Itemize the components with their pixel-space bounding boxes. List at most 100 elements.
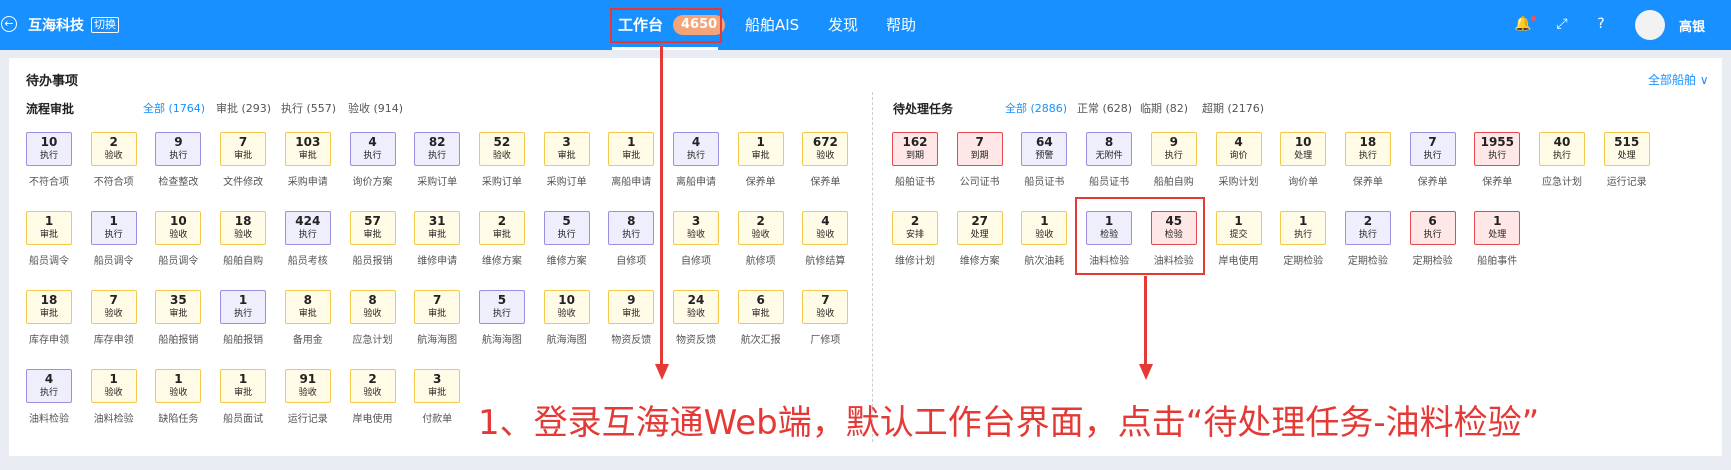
- task-tile[interactable]: 10 执行 不符合项: [17, 132, 81, 212]
- tile-badge[interactable]: 7 执行: [1409, 132, 1456, 166]
- tile-badge[interactable]: 7 验收: [802, 290, 849, 324]
- tile-badge[interactable]: 1 审批: [737, 132, 784, 166]
- tile-badge[interactable]: 24 验收: [673, 290, 719, 324]
- tile-badge[interactable]: 1 执行: [1280, 211, 1327, 245]
- task-tile[interactable]: 1 审批 离船申请: [599, 132, 663, 212]
- tile-badge[interactable]: 31 审批: [414, 211, 461, 245]
- tile-badge[interactable]: 1 审批: [608, 132, 655, 166]
- tile-badge[interactable]: 57 审批: [349, 211, 396, 245]
- task-tile[interactable]: 3 审批 付款单: [405, 369, 469, 449]
- tile-badge[interactable]: 1 处理: [1474, 211, 1521, 245]
- tile-badge[interactable]: 4 执行: [349, 132, 396, 166]
- tile-badge[interactable]: 1 执行: [90, 211, 137, 245]
- tile-badge[interactable]: 3 审批: [414, 369, 461, 403]
- task-tile[interactable]: 1 验收 缺陷任务: [146, 369, 210, 449]
- tile-badge[interactable]: 7 审批: [414, 290, 461, 324]
- tile-badge[interactable]: 2 验收: [349, 369, 396, 403]
- tile-badge[interactable]: 103 审批: [284, 132, 331, 166]
- tile-badge[interactable]: 1955 执行: [1474, 132, 1521, 166]
- task-tile[interactable]: 10 验收 船员调令: [146, 211, 210, 291]
- task-tile[interactable]: 6 执行 定期检验: [1401, 211, 1465, 291]
- tile-badge[interactable]: 8 执行: [608, 211, 655, 245]
- switch-company-button[interactable]: 切换: [91, 17, 119, 33]
- nav-help[interactable]: 帮助: [886, 14, 916, 35]
- tile-badge[interactable]: 91 验收: [284, 369, 331, 403]
- all-ships-dropdown[interactable]: 全部船舶 ∨: [1648, 71, 1709, 88]
- tile-badge[interactable]: 1 提交: [1215, 211, 1262, 245]
- task-tile[interactable]: 7 验收 库存申领: [82, 290, 146, 370]
- task-tile[interactable]: 8 验收 应急计划: [341, 290, 405, 370]
- tile-badge[interactable]: 1 验收: [155, 369, 202, 403]
- tile-badge[interactable]: 2 安排: [892, 211, 938, 245]
- task-tile[interactable]: 10 验收 航海海图: [535, 290, 599, 370]
- filter-all-tasks[interactable]: 全部 (2886): [1005, 100, 1067, 116]
- task-tile[interactable]: 31 审批 维修申请: [405, 211, 469, 291]
- tile-badge[interactable]: 2 执行: [1344, 211, 1391, 245]
- task-tile[interactable]: 24 验收 物资反馈: [664, 290, 728, 370]
- task-tile[interactable]: 424 执行 船员考核: [276, 211, 340, 291]
- tile-badge[interactable]: 3 审批: [543, 132, 590, 166]
- tile-badge[interactable]: 35 审批: [155, 290, 202, 324]
- tile-badge[interactable]: 7 验收: [90, 290, 137, 324]
- task-tile[interactable]: 7 审批 文件修改: [211, 132, 275, 212]
- task-tile[interactable]: 4 验收 航修结算: [793, 211, 857, 291]
- tile-badge[interactable]: 1 审批: [220, 369, 267, 403]
- task-tile[interactable]: 52 验收 采购订单: [470, 132, 534, 212]
- tile-badge[interactable]: 10 验收: [155, 211, 202, 245]
- tile-badge[interactable]: 18 审批: [26, 290, 72, 324]
- task-tile[interactable]: 18 验收 船舶自购: [211, 211, 275, 291]
- tile-badge[interactable]: 6 执行: [1409, 211, 1456, 245]
- task-tile[interactable]: 162 到期 船舶证书: [883, 132, 947, 212]
- task-tile[interactable]: 1955 执行 保养单: [1465, 132, 1529, 212]
- task-tile[interactable]: 64 预警 船员证书: [1012, 132, 1076, 212]
- tile-badge[interactable]: 10 验收: [543, 290, 590, 324]
- tile-badge[interactable]: 6 审批: [737, 290, 784, 324]
- filter-near-expiry[interactable]: 临期 (82): [1140, 100, 1188, 116]
- filter-execute[interactable]: 执行 (557): [281, 100, 336, 116]
- task-tile[interactable]: 7 验收 厂修项: [793, 290, 857, 370]
- tile-badge[interactable]: 2 审批: [478, 211, 525, 245]
- task-tile[interactable]: 8 执行 自修项: [599, 211, 663, 291]
- task-tile[interactable]: 8 审批 备用金: [276, 290, 340, 370]
- task-tile[interactable]: 40 执行 应急计划: [1530, 132, 1594, 212]
- tile-badge[interactable]: 4 询价: [1215, 132, 1262, 166]
- tile-badge[interactable]: 515 处理: [1603, 132, 1650, 166]
- tile-badge[interactable]: 1 验收: [90, 369, 137, 403]
- filter-approve[interactable]: 审批 (293): [216, 100, 271, 116]
- tile-badge[interactable]: 9 审批: [608, 290, 655, 324]
- task-tile[interactable]: 2 验收 岸电使用: [341, 369, 405, 449]
- user-name[interactable]: 高银: [1679, 16, 1705, 35]
- filter-normal[interactable]: 正常 (628): [1077, 100, 1132, 116]
- nav-ship-ais[interactable]: 船舶AIS: [745, 14, 799, 35]
- tile-badge[interactable]: 3 验收: [673, 211, 719, 245]
- task-tile[interactable]: 1 验收 航次油耗: [1012, 211, 1076, 291]
- task-tile[interactable]: 7 执行 保养单: [1401, 132, 1465, 212]
- tile-badge[interactable]: 10 处理: [1280, 132, 1327, 166]
- task-tile[interactable]: 672 验收 保养单: [793, 132, 857, 212]
- task-tile[interactable]: 35 审批 船舶报销: [146, 290, 210, 370]
- task-tile[interactable]: 1 审批 船员调令: [17, 211, 81, 291]
- task-tile[interactable]: 1 验收 油料检验: [82, 369, 146, 449]
- filter-overdue[interactable]: 超期 (2176): [1202, 100, 1264, 116]
- task-tile[interactable]: 18 执行 保养单: [1336, 132, 1400, 212]
- tile-badge[interactable]: 162 到期: [892, 132, 938, 166]
- tile-badge[interactable]: 8 无附件: [1086, 132, 1133, 166]
- tile-badge[interactable]: 5 执行: [543, 211, 590, 245]
- tile-badge[interactable]: 7 审批: [220, 132, 267, 166]
- task-tile[interactable]: 2 验收 不符合项: [82, 132, 146, 212]
- task-tile[interactable]: 1 提交 岸电使用: [1207, 211, 1271, 291]
- tile-badge[interactable]: 9 执行: [155, 132, 202, 166]
- avatar[interactable]: [1635, 10, 1665, 40]
- task-tile[interactable]: 1 审批 保养单: [729, 132, 793, 212]
- task-tile[interactable]: 2 审批 维修方案: [470, 211, 534, 291]
- tile-badge[interactable]: 4 执行: [673, 132, 719, 166]
- task-tile[interactable]: 91 验收 运行记录: [276, 369, 340, 449]
- task-tile[interactable]: 1 执行 定期检验: [1271, 211, 1335, 291]
- tile-badge[interactable]: 10 执行: [26, 132, 72, 166]
- tile-badge[interactable]: 1 审批: [26, 211, 72, 245]
- task-tile[interactable]: 1 审批 船员面试: [211, 369, 275, 449]
- task-tile[interactable]: 9 执行 检查整改: [146, 132, 210, 212]
- task-tile[interactable]: 5 执行 航海海图: [470, 290, 534, 370]
- tile-badge[interactable]: 27 处理: [956, 211, 1003, 245]
- tile-badge[interactable]: 7 到期: [956, 132, 1003, 166]
